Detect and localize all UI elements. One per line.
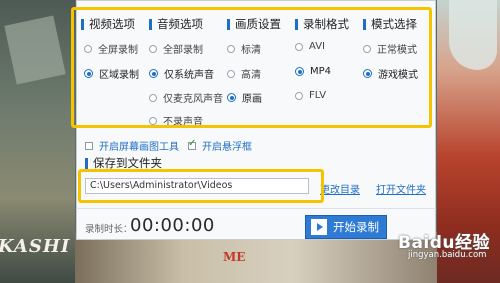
radio-label: 不录声音 (163, 117, 203, 128)
recording-settings-dialog (76, 0, 436, 240)
radio-label: 高清 (241, 70, 261, 81)
checkbox-label: 开启悬浮框 (202, 142, 252, 153)
background-left-text: KASHI (0, 236, 71, 257)
radio-system-sound-only[interactable]: 仅系统声音 (149, 66, 214, 81)
radio-label: 游戏模式 (378, 70, 418, 81)
header-label: 录制格式 (303, 17, 349, 31)
radio-game-mode[interactable]: 游戏模式 (363, 66, 418, 81)
radio-format-mp4[interactable]: MP4 (295, 66, 331, 77)
radio-quality-hd[interactable]: 高清 (227, 66, 261, 81)
checkbox-label: 开启屏幕画图工具 (99, 142, 179, 153)
radio-selected-icon (227, 93, 236, 102)
section-marker (227, 18, 230, 30)
header-label: 保存到文件夹 (93, 156, 162, 170)
radio-circle-icon (149, 44, 157, 53)
radio-circle-icon (363, 44, 371, 53)
section-marker (149, 18, 152, 30)
radio-label: MP4 (310, 66, 332, 77)
radio-circle-icon (149, 116, 157, 125)
radio-selected-icon (363, 69, 372, 78)
radio-label: 全屏录制 (98, 45, 138, 56)
radio-record-all-audio[interactable]: 全部录制 (149, 41, 203, 56)
save-path-field[interactable]: C:\Users\Administrator\Videos (85, 178, 309, 194)
background-shape (449, 0, 497, 70)
header-label: 视频选项 (89, 17, 135, 31)
watermark-url: jingyan.baidu.com (408, 250, 487, 260)
radio-label: 标清 (241, 45, 261, 56)
radio-format-flv[interactable]: FLV (295, 90, 326, 101)
duration-label: 录制时长： (85, 224, 133, 235)
radio-circle-icon (295, 91, 303, 100)
radio-label: 原画 (242, 94, 262, 105)
radio-selected-icon (295, 67, 304, 76)
radio-microphone-only[interactable]: 仅麦克风声音 (149, 90, 223, 105)
radio-label: 正常模式 (377, 45, 417, 56)
radio-circle-icon (227, 44, 235, 53)
header-quality-settings: 画质设置 (227, 16, 281, 32)
header-label: 画质设置 (235, 17, 281, 31)
radio-label: 仅麦克风声音 (163, 94, 223, 105)
header-label: 模式选择 (371, 17, 417, 31)
radio-fullscreen-record[interactable]: 全屏录制 (84, 41, 138, 56)
radio-no-audio[interactable]: 不录声音 (149, 113, 203, 128)
checkmark-icon (188, 138, 196, 150)
open-folder-link[interactable]: 打开文件夹 (376, 181, 426, 196)
radio-quality-sd[interactable]: 标清 (227, 41, 261, 56)
radio-format-avi[interactable]: AVI (295, 41, 325, 52)
play-icon (311, 219, 327, 235)
background-left-art: KASHI (0, 0, 75, 283)
header-video-options: 视频选项 (81, 16, 135, 32)
baidu-jingyan-watermark: Baidu经验 jingyan.baidu.com (398, 228, 490, 260)
divider (76, 208, 436, 209)
save-folder-header: 保存到文件夹 (85, 155, 162, 171)
radio-circle-icon (84, 44, 92, 53)
header-mode-select: 模式选择 (363, 16, 417, 32)
section-marker (81, 18, 84, 30)
radio-label: FLV (309, 90, 327, 101)
duration-value: 00:00:00 (130, 215, 215, 236)
start-recording-button[interactable]: 开始录制 (305, 215, 387, 239)
radio-label: AVI (309, 41, 325, 52)
section-marker (85, 157, 88, 169)
radio-label: 仅系统声音 (164, 70, 214, 81)
radio-selected-icon (84, 69, 93, 78)
header-record-format: 录制格式 (295, 16, 349, 32)
radio-region-record[interactable]: 区域录制 (84, 66, 139, 81)
radio-circle-icon (295, 42, 303, 51)
radio-quality-original[interactable]: 原画 (227, 90, 262, 105)
section-marker (363, 18, 366, 30)
radio-label: 区域录制 (99, 70, 139, 81)
radio-selected-icon (149, 69, 158, 78)
checkbox-icon (85, 141, 93, 150)
background-shape (4, 15, 66, 85)
radio-label: 全部录制 (163, 45, 203, 56)
radio-circle-icon (149, 93, 157, 102)
section-marker (295, 18, 298, 30)
background-bottom-text: ME (223, 250, 246, 264)
radio-circle-icon (227, 69, 235, 78)
checkbox-screen-drawing-tool[interactable]: 开启屏幕画图工具 (85, 138, 179, 153)
checkbox-floating-window[interactable]: 开启悬浮框 (188, 138, 252, 153)
button-label: 开始录制 (333, 220, 379, 234)
change-directory-link[interactable]: 更改目录 (320, 181, 360, 196)
header-label: 音频选项 (157, 17, 203, 31)
header-audio-options: 音频选项 (149, 16, 203, 32)
radio-normal-mode[interactable]: 正常模式 (363, 41, 417, 56)
